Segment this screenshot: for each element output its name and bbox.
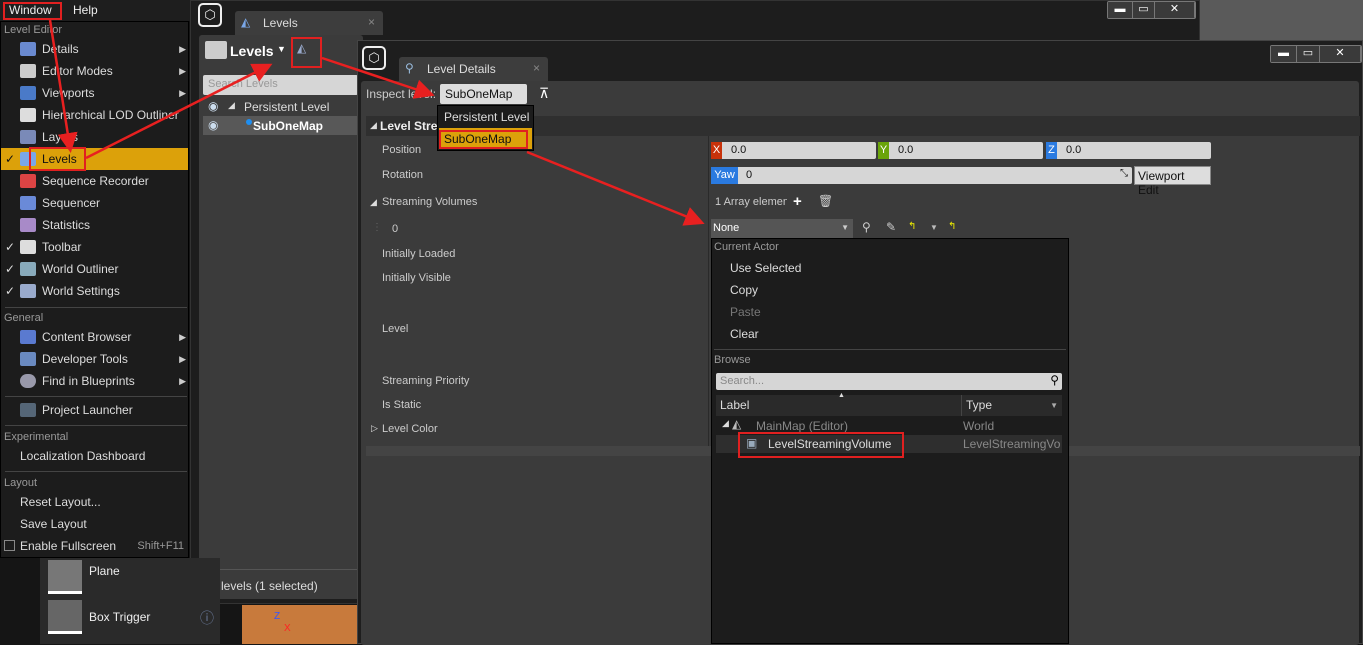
annotation-arrows: [29, 19, 705, 226]
